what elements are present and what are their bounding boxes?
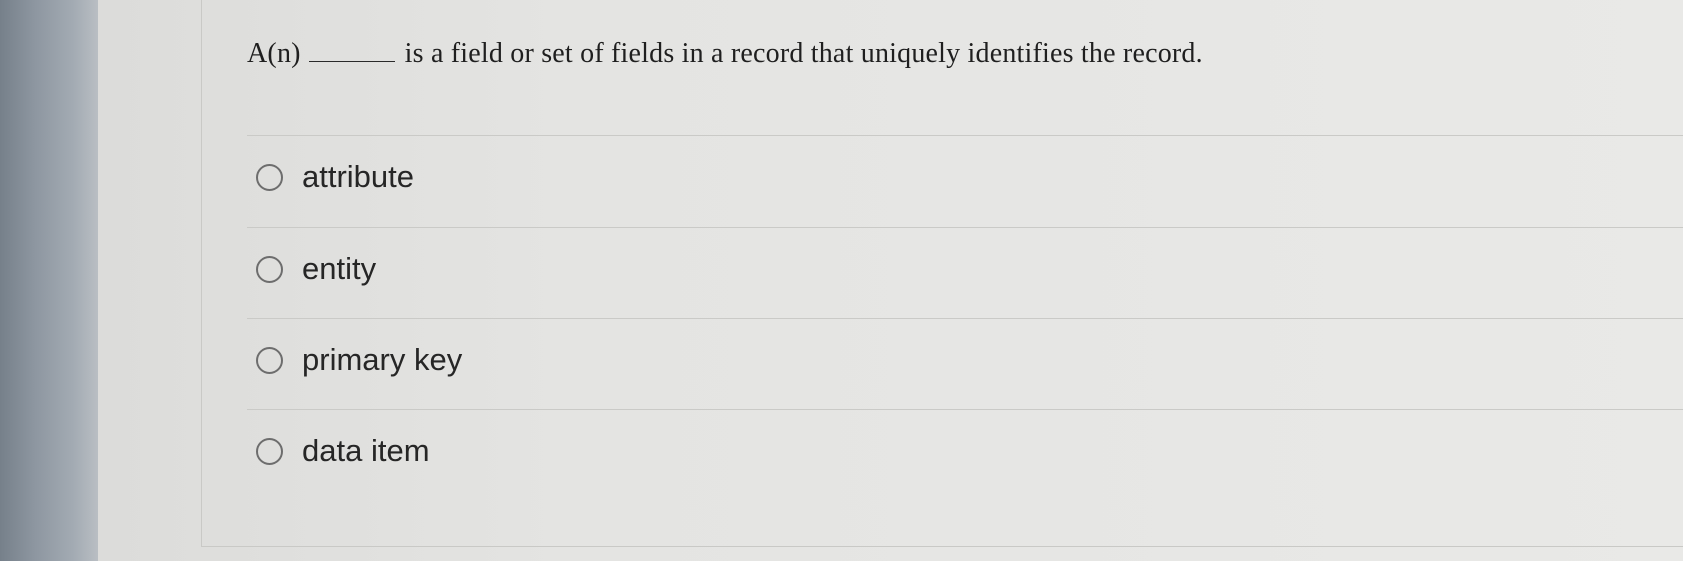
radio-button[interactable]	[256, 163, 283, 191]
radio-button[interactable]	[256, 346, 283, 374]
radio-button[interactable]	[256, 255, 283, 283]
answer-blank	[308, 43, 395, 62]
question-suffix: is a field or set of fields in a record …	[404, 38, 1203, 69]
monitor-bezel	[0, 0, 98, 561]
question-prefix: A(n)	[247, 38, 301, 69]
question-text: A(n) is a field or set of fields in a rec…	[247, 38, 1203, 70]
divider	[247, 409, 1683, 410]
radio-button[interactable]	[256, 437, 283, 465]
option-primary-key[interactable]: primary key	[256, 340, 462, 380]
divider	[247, 227, 1683, 228]
option-data-item[interactable]: data item	[256, 431, 430, 471]
divider	[247, 318, 1683, 319]
option-label: entity	[302, 251, 377, 286]
option-entity[interactable]: entity	[256, 249, 376, 289]
option-label: primary key	[302, 342, 463, 377]
option-label: attribute	[302, 159, 415, 194]
option-label: data item	[302, 433, 430, 468]
option-attribute[interactable]: attribute	[256, 157, 414, 197]
divider	[247, 135, 1683, 136]
